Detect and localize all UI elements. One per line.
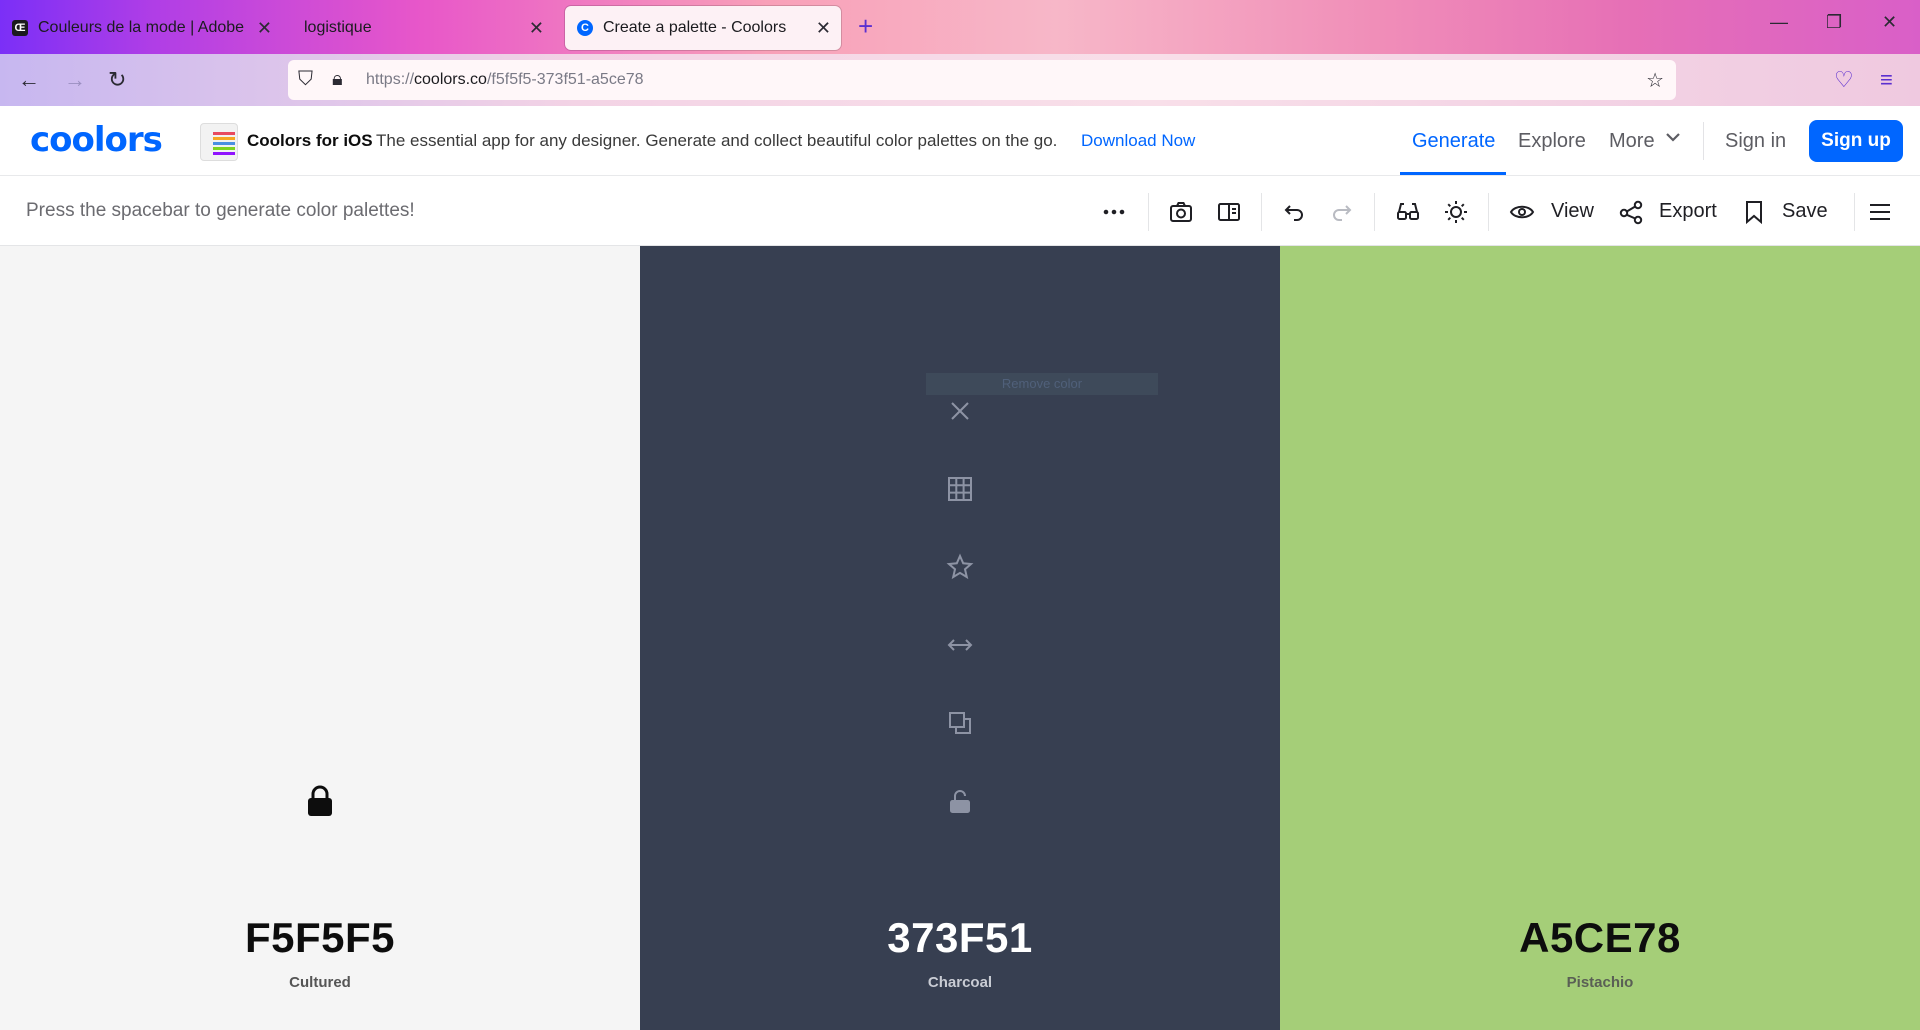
- compare-icon[interactable]: [1214, 197, 1244, 227]
- sign-up-button[interactable]: Sign up: [1809, 120, 1903, 162]
- close-icon[interactable]: ✕: [529, 18, 544, 38]
- nav-explore[interactable]: Explore: [1518, 130, 1586, 153]
- color-name: Charcoal: [927, 974, 993, 991]
- pocket-icon[interactable]: ♡: [1834, 68, 1854, 92]
- spacebar-hint: Press the spacebar to generate color pal…: [26, 200, 415, 221]
- back-icon[interactable]: ←: [18, 68, 40, 92]
- restore-icon[interactable]: ❐: [1826, 12, 1842, 33]
- nav-generate[interactable]: Generate: [1412, 130, 1495, 153]
- hex-code[interactable]: F5F5F5: [0, 914, 640, 962]
- color-swatch[interactable]: F5F5F5 Cultured: [0, 246, 640, 1030]
- divider: [1261, 193, 1262, 231]
- address-bar[interactable]: ⛉ 🔒︎ https://coolors.co/f5f5f5-373f51-a5…: [288, 60, 1676, 100]
- favorite-star-icon[interactable]: [945, 552, 975, 582]
- color-swatch[interactable]: A5CE78 Pistachio: [1280, 246, 1920, 1030]
- new-tab-button[interactable]: +: [858, 12, 873, 40]
- browser-tab-bar: Œ Couleurs de la mode | Adobe C ✕ logist…: [0, 0, 1920, 54]
- nav-more[interactable]: More: [1609, 130, 1655, 153]
- shield-icon[interactable]: ⛉: [298, 68, 313, 91]
- coolors-icon: C: [577, 20, 593, 36]
- promo-title: Coolors for iOS: [247, 131, 373, 150]
- export-button[interactable]: Export: [1659, 200, 1717, 223]
- color-swatch[interactable]: 373F51 Charcoal: [640, 246, 1280, 1030]
- divider: [1148, 193, 1149, 231]
- menu-icon[interactable]: ≡: [1880, 68, 1893, 92]
- color-name: Cultured: [289, 974, 351, 991]
- tab-title: Create a palette - Coolors: [603, 19, 787, 36]
- close-window-icon[interactable]: ✕: [1882, 12, 1897, 33]
- view-button[interactable]: View: [1551, 200, 1594, 223]
- bookmark-star-icon[interactable]: ☆: [1646, 68, 1664, 93]
- tooltip: Remove color: [926, 373, 1158, 395]
- forward-icon[interactable]: →: [64, 68, 86, 92]
- more-options-icon[interactable]: [1099, 197, 1129, 227]
- generator-toolbar: Press the spacebar to generate color pal…: [0, 177, 1920, 246]
- shades-grid-icon[interactable]: [945, 474, 975, 504]
- camera-icon[interactable]: [1166, 197, 1196, 227]
- ios-app-image: [200, 123, 238, 161]
- share-icon[interactable]: [1616, 197, 1646, 227]
- active-nav-indicator: [1400, 172, 1506, 175]
- bookmark-icon[interactable]: [1739, 197, 1769, 227]
- copy-icon[interactable]: [945, 708, 975, 738]
- hex-code[interactable]: 373F51: [640, 914, 1280, 962]
- divider: [1374, 193, 1375, 231]
- divider: [1488, 193, 1489, 231]
- chevron-down-icon[interactable]: [1664, 128, 1682, 152]
- browser-tab-active[interactable]: C Create a palette - Coolors ✕: [565, 6, 841, 50]
- redo-icon[interactable]: [1327, 197, 1357, 227]
- tab-title: Couleurs de la mode | Adobe C: [38, 19, 248, 36]
- color-name: Pistachio: [1566, 974, 1634, 991]
- divider: [1854, 193, 1855, 231]
- glasses-icon[interactable]: [1393, 197, 1423, 227]
- hamburger-menu-icon[interactable]: [1865, 197, 1895, 227]
- coolors-logo[interactable]: coolors: [30, 120, 163, 160]
- browser-nav-bar: ← → ↻ ⛉ 🔒︎ https://coolors.co/f5f5f5-373…: [0, 54, 1920, 106]
- close-icon[interactable]: ✕: [816, 18, 831, 38]
- lock-open-icon[interactable]: [945, 786, 975, 816]
- lock-icon[interactable]: 🔒︎: [332, 68, 343, 91]
- drag-arrows-icon[interactable]: [945, 630, 975, 660]
- sun-icon[interactable]: [1441, 197, 1471, 227]
- promo-text: The essential app for any designer. Gene…: [376, 131, 1058, 150]
- sign-in-link[interactable]: Sign in: [1725, 130, 1786, 153]
- reload-icon[interactable]: ↻: [108, 68, 126, 92]
- minimize-icon[interactable]: —: [1770, 12, 1788, 33]
- close-icon[interactable]: ✕: [257, 18, 272, 38]
- url-text[interactable]: https://coolors.co/f5f5f5-373f51-a5ce78: [366, 71, 644, 89]
- remove-color-icon[interactable]: [945, 396, 975, 426]
- lock-closed-icon[interactable]: [305, 784, 335, 818]
- app-header: coolors Coolors for iOS The essential ap…: [0, 106, 1920, 176]
- tab-title: logistique: [304, 19, 372, 36]
- palette: F5F5F5 Cultured 373F51 Charcoal A5CE78 P…: [0, 246, 1920, 1030]
- hex-code[interactable]: A5CE78: [1280, 914, 1920, 962]
- browser-tab[interactable]: logistique ✕: [282, 6, 554, 50]
- save-button[interactable]: Save: [1782, 200, 1828, 223]
- divider: [1703, 122, 1704, 160]
- adobe-icon: Œ: [12, 20, 28, 36]
- download-now-link[interactable]: Download Now: [1081, 131, 1195, 151]
- undo-icon[interactable]: [1279, 197, 1309, 227]
- eye-icon[interactable]: [1507, 197, 1537, 227]
- browser-tab[interactable]: Œ Couleurs de la mode | Adobe C ✕: [0, 6, 282, 50]
